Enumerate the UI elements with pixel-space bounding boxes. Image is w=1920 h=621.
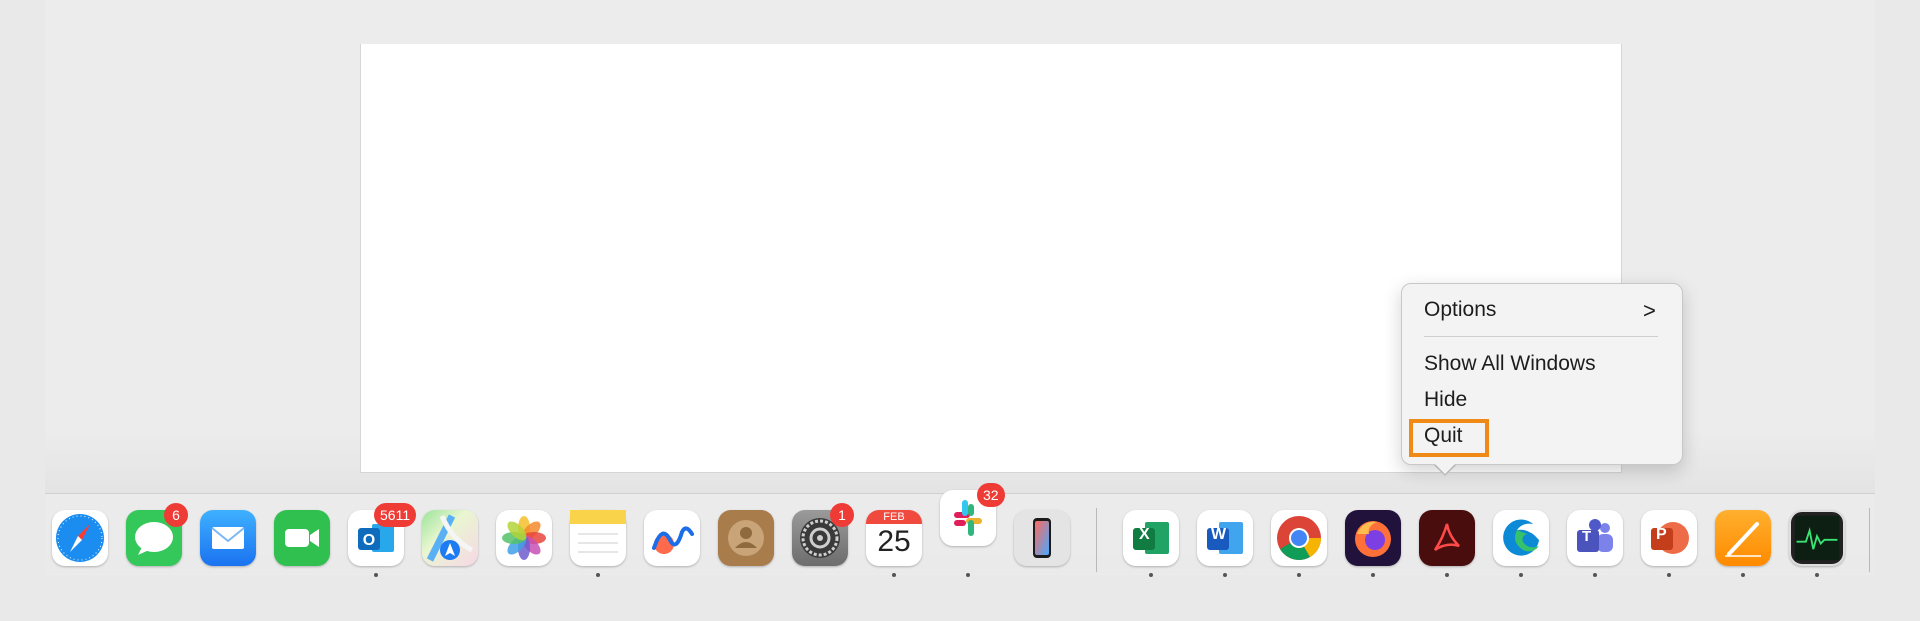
- powerpoint-letter: P: [1656, 526, 1667, 543]
- svg-text:O: O: [363, 532, 375, 549]
- calendar-day: 25: [877, 525, 911, 558]
- pen-icon: [1725, 522, 1761, 557]
- dock-app-safari[interactable]: [52, 510, 108, 566]
- running-indicator: [1741, 573, 1745, 577]
- calendar-month: FEB: [866, 510, 922, 524]
- dock-app-activity-monitor[interactable]: [1789, 510, 1845, 566]
- dock-app-notes[interactable]: [570, 510, 626, 566]
- notepad-icon: [570, 510, 626, 553]
- video-camera-icon: [285, 529, 319, 547]
- dock-app-excel[interactable]: X: [1123, 510, 1179, 566]
- dock-app-chrome[interactable]: [1271, 510, 1327, 566]
- quit-highlight-box: [1409, 419, 1489, 457]
- menu-item-hide[interactable]: Hide: [1424, 388, 1467, 412]
- excel-letter: X: [1139, 526, 1150, 543]
- compass-icon: [56, 514, 104, 562]
- dock-app-photos[interactable]: [496, 510, 552, 566]
- context-menu-arrow: [1433, 462, 1457, 474]
- running-indicator: [1445, 573, 1449, 577]
- running-indicator: [374, 573, 378, 577]
- chevron-right-icon: >: [1643, 298, 1656, 323]
- map-icon: [426, 514, 474, 562]
- phone-icon: [1033, 518, 1051, 558]
- freeform-icon: [652, 526, 694, 554]
- dock-app-mail[interactable]: [200, 510, 256, 566]
- dock-separator: [1096, 508, 1097, 572]
- envelope-icon: [211, 527, 245, 549]
- teams-letter: T: [1582, 528, 1592, 545]
- running-indicator: [892, 573, 896, 577]
- running-indicator: [1815, 573, 1819, 577]
- powerpoint-icon: [1651, 522, 1689, 554]
- dock-app-contacts[interactable]: [718, 510, 774, 566]
- dock-app-pages[interactable]: [1715, 510, 1771, 566]
- running-indicator: [1519, 573, 1523, 577]
- dock-app-freeform[interactable]: [644, 510, 700, 566]
- slack-badge: 32: [977, 483, 1005, 507]
- teams-icon: [1577, 519, 1613, 552]
- dock-separator-right: [1869, 508, 1870, 572]
- word-letter: W: [1211, 526, 1227, 543]
- dock-app-iphone-mirroring[interactable]: [1014, 510, 1070, 566]
- edge-icon: [1503, 519, 1539, 556]
- activity-monitor-icon: [1794, 515, 1840, 561]
- outlook-badge: 5611: [374, 503, 417, 527]
- running-indicator: [596, 573, 600, 577]
- running-indicator: [1149, 573, 1153, 577]
- excel-icon: [1133, 522, 1169, 554]
- running-indicator: [1593, 573, 1597, 577]
- dock-app-word[interactable]: W: [1197, 510, 1253, 566]
- person-icon: [728, 520, 764, 556]
- menu-separator: [1424, 336, 1658, 337]
- menu-item-options[interactable]: Options: [1424, 298, 1496, 322]
- dock-app-maps[interactable]: [422, 510, 478, 566]
- firefox-icon: [1355, 521, 1391, 557]
- dock-app-acrobat[interactable]: [1419, 510, 1475, 566]
- acrobat-icon: [1433, 523, 1460, 552]
- messages-badge: 6: [164, 503, 188, 527]
- running-indicator: [966, 573, 970, 577]
- menu-item-show-all-windows[interactable]: Show All Windows: [1424, 352, 1596, 376]
- dock-app-teams[interactable]: T: [1567, 510, 1623, 566]
- dock-app-calendar[interactable]: FEB 25: [866, 510, 922, 566]
- dock-app-powerpoint[interactable]: P: [1641, 510, 1697, 566]
- chrome-icon: [1277, 516, 1321, 560]
- running-indicator: [1667, 573, 1671, 577]
- running-indicator: [1371, 573, 1375, 577]
- dock-app-firefox[interactable]: [1345, 510, 1401, 566]
- flower-icon: [502, 516, 546, 560]
- running-indicator: [1297, 573, 1301, 577]
- system-settings-badge: 1: [830, 503, 854, 527]
- running-indicator: [1223, 573, 1227, 577]
- dock-app-facetime[interactable]: [274, 510, 330, 566]
- dock-app-edge[interactable]: [1493, 510, 1549, 566]
